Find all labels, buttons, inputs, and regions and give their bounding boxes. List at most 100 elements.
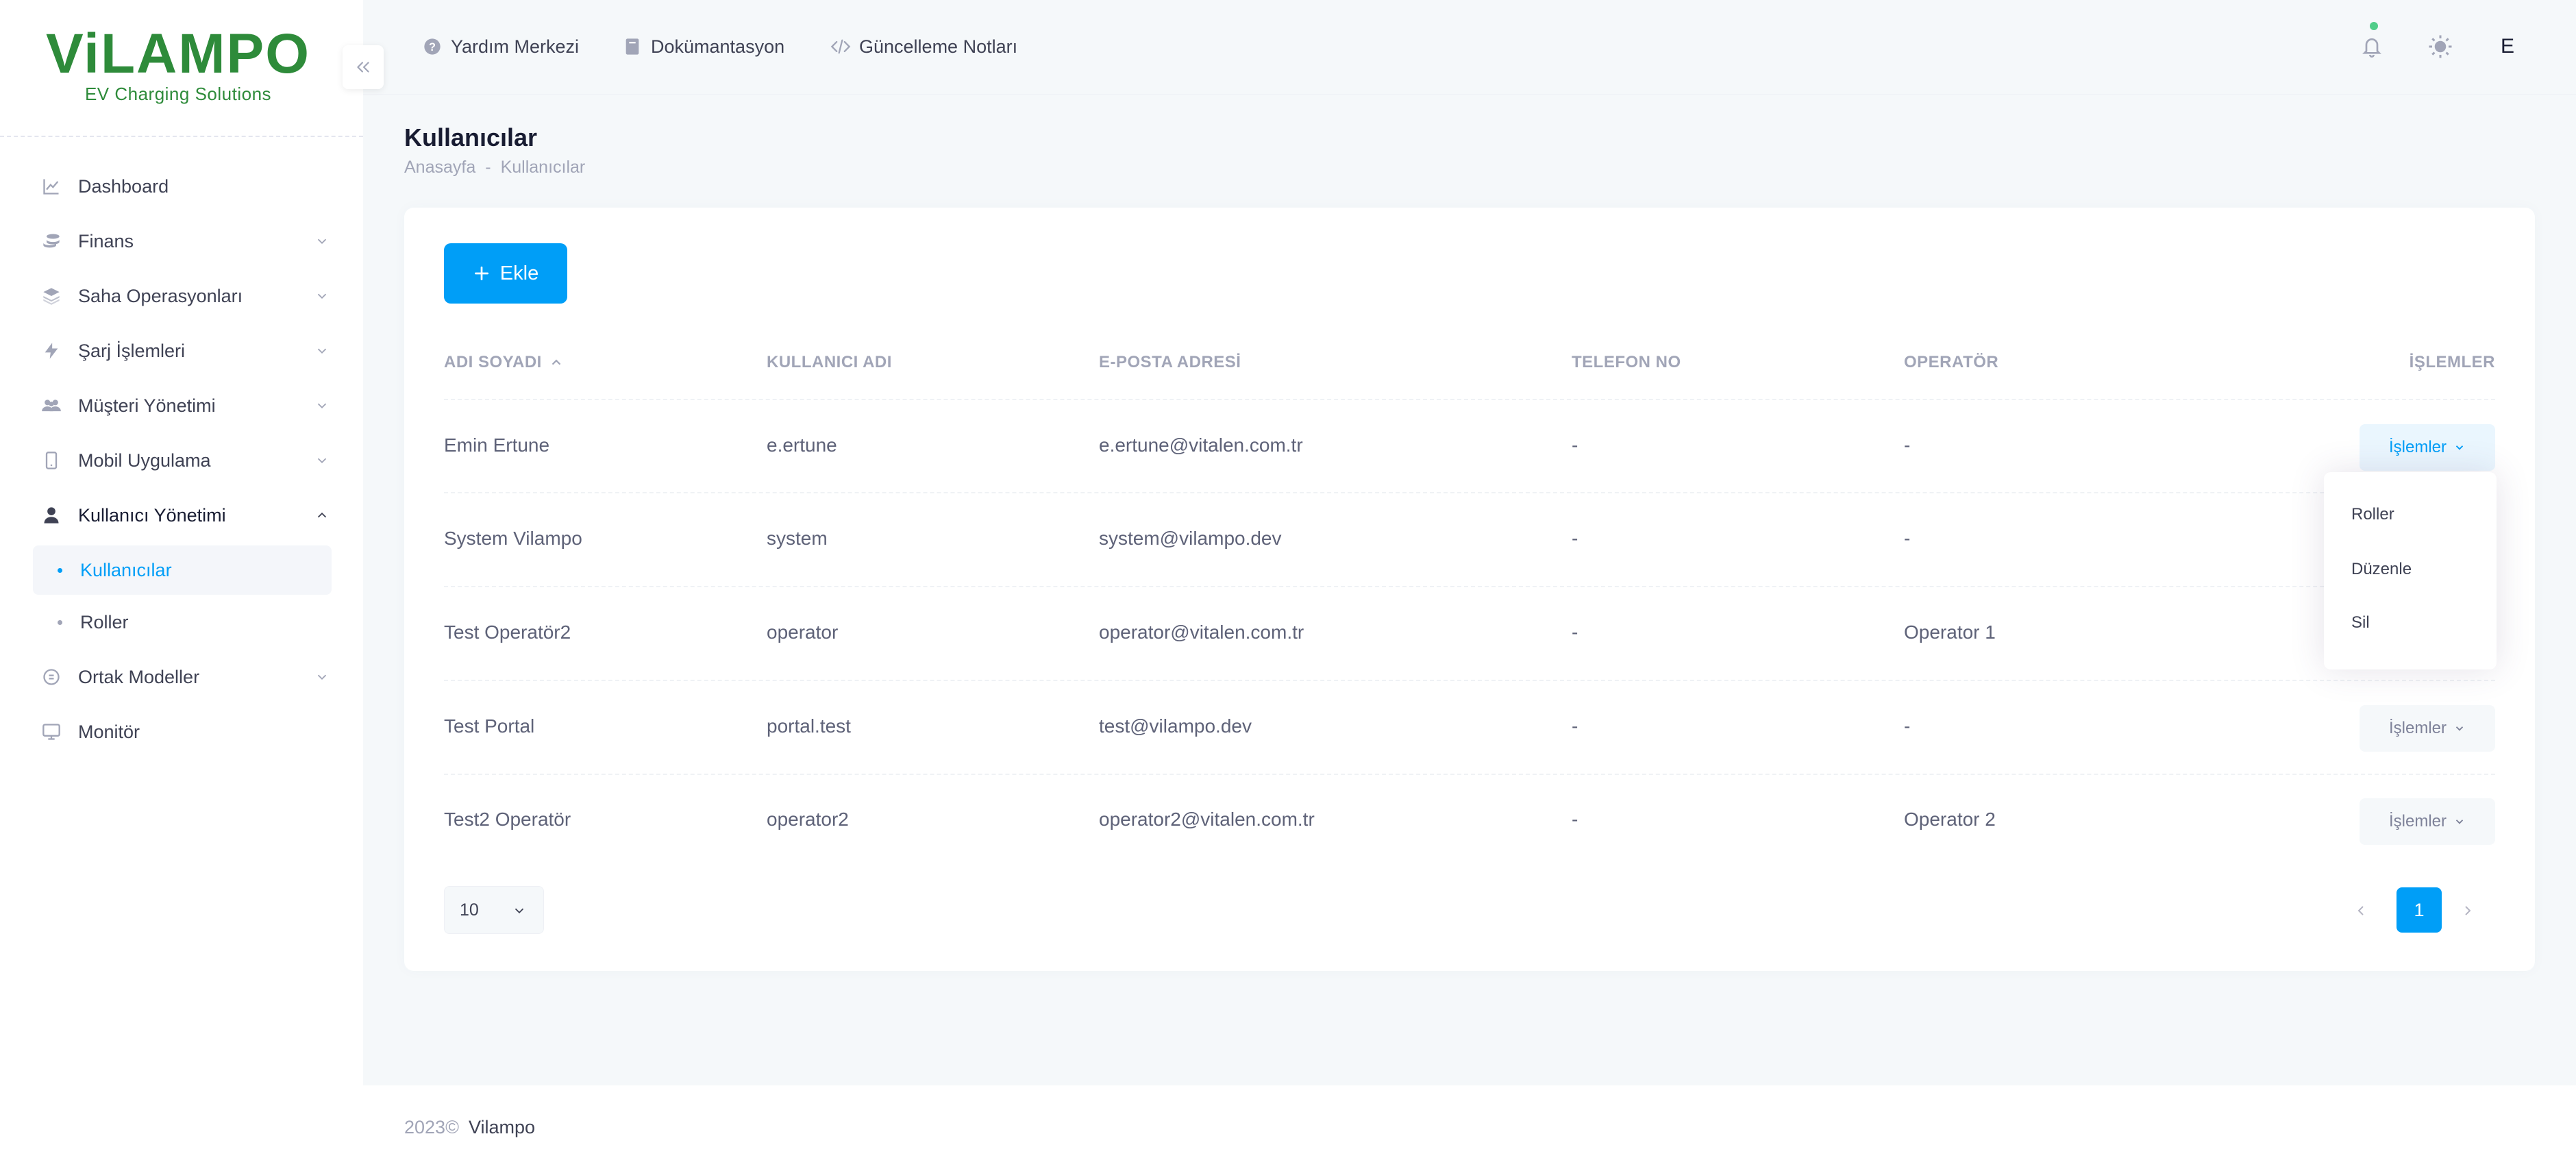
mobile-icon — [41, 450, 62, 471]
theme-toggle-button[interactable] — [2418, 25, 2462, 69]
bullet-icon — [58, 619, 62, 625]
question-circle-icon: ? — [422, 36, 443, 57]
user-menu-button[interactable]: E — [2486, 25, 2529, 69]
cell-phone: - — [1572, 715, 1578, 737]
plus-icon — [473, 264, 491, 282]
cell-phone: - — [1572, 434, 1578, 456]
cell-phone: - — [1572, 809, 1578, 830]
cell-operator: - — [1904, 434, 1911, 456]
cell-username: e.ertune — [767, 434, 837, 456]
cell-email: e.ertune@vitalen.com.tr — [1099, 434, 1303, 456]
chevron-up-icon — [314, 507, 330, 524]
top-header: ? Yardım Merkezi Dokümantasyon Güncellem… — [363, 0, 2576, 95]
header-link-release-notes[interactable]: Güncelleme Notları — [830, 32, 1017, 62]
header-link-documentation[interactable]: Dokümantasyon — [622, 32, 784, 62]
pagination-next-button[interactable] — [2447, 889, 2488, 933]
sidebar-collapse-button[interactable] — [343, 45, 384, 89]
sidebar-item-sarj-islemleri[interactable]: Şarj İşlemleri — [0, 323, 363, 378]
menu-item-delete[interactable]: Sil — [2351, 613, 2370, 632]
chevron-down-icon — [2453, 441, 2466, 454]
sidebar-subitem-kullanicilar[interactable]: Kullanıcılar — [33, 545, 332, 595]
bell-icon — [2362, 38, 2381, 58]
cell-name: Test2 Operatör — [444, 809, 571, 830]
breadcrumb-separator: - — [485, 158, 491, 177]
menu-item-roles[interactable]: Roller — [2351, 505, 2394, 524]
monitor-icon — [41, 722, 62, 742]
actions-label: İşlemler — [2388, 719, 2447, 737]
sidebar-item-label: Kullanıcı Yönetimi — [78, 504, 226, 526]
logo-wordmark: ViLAMPO — [46, 23, 309, 82]
cell-email: test@vilampo.dev — [1099, 715, 1252, 737]
chevron-down-icon — [314, 397, 330, 414]
breadcrumb: Anasayfa - Kullanıcılar — [404, 158, 585, 177]
coins-icon — [41, 231, 62, 251]
sidebar-item-monitor[interactable]: Monitör — [0, 704, 363, 759]
footer-brand-link[interactable]: Vilampo — [469, 1117, 535, 1138]
sidebar-item-label: Saha Operasyonları — [78, 285, 243, 306]
sidebar-item-label: Monitör — [78, 721, 140, 742]
menu-item-edit[interactable]: Düzenle — [2351, 560, 2412, 579]
column-header-name[interactable]: ADI SOYADI — [444, 353, 564, 372]
cell-username: portal.test — [767, 715, 851, 737]
sun-icon — [2429, 35, 2452, 58]
sidebar-item-musteri-yonetimi[interactable]: Müşteri Yönetimi — [0, 378, 363, 433]
column-header-phone[interactable]: TELEFON NO — [1572, 353, 1681, 372]
cell-operator: - — [1904, 715, 1911, 737]
page-size-value: 10 — [460, 900, 479, 920]
page-size-select[interactable]: 10 — [444, 886, 544, 934]
cell-name: Emin Ertune — [444, 434, 550, 456]
sidebar-subitem-label: Kullanıcılar — [80, 559, 172, 580]
chevron-down-icon — [314, 669, 330, 685]
column-header-operator[interactable]: OPERATÖR — [1904, 353, 1998, 372]
chevron-down-icon — [2453, 815, 2466, 828]
sidebar-item-finans[interactable]: Finans — [0, 214, 363, 269]
table-divider — [444, 680, 2495, 681]
column-header-email[interactable]: E-POSTA ADRESİ — [1099, 353, 1241, 372]
logo-tagline: EV Charging Solutions — [84, 84, 272, 104]
user-initial: E — [2500, 35, 2514, 58]
book-icon — [622, 36, 643, 57]
chevron-down-icon — [314, 288, 330, 304]
layers-icon — [41, 286, 62, 306]
sidebar-item-mobil-uygulama[interactable]: Mobil Uygulama — [0, 433, 363, 488]
row-actions-button[interactable]: İşlemler — [2360, 798, 2495, 845]
footer-year: 2023© — [404, 1116, 459, 1137]
sidebar-item-dashboard[interactable]: Dashboard — [0, 159, 363, 214]
circle-icon — [41, 667, 62, 687]
breadcrumb-home[interactable]: Anasayfa — [404, 158, 475, 177]
header-link-label: Dokümantasyon — [651, 36, 785, 57]
header-link-help-center[interactable]: ? Yardım Merkezi — [422, 32, 579, 62]
cell-name: Test Operatör2 — [444, 622, 571, 643]
table-divider — [444, 399, 2495, 400]
sidebar-item-kullanici-yonetimi[interactable]: Kullanıcı Yönetimi — [0, 488, 363, 543]
sidebar-item-label: Dashboard — [78, 175, 169, 197]
cell-operator: - — [1904, 528, 1911, 549]
row-actions-button[interactable]: İşlemler — [2360, 424, 2495, 471]
cell-phone: - — [1572, 528, 1578, 549]
cell-email: operator@vitalen.com.tr — [1099, 622, 1304, 643]
chevron-down-icon — [314, 452, 330, 469]
pagination-page-current[interactable]: 1 — [2397, 887, 2442, 933]
sidebar-subitem-roller[interactable]: Roller — [33, 598, 332, 647]
add-user-button[interactable]: Ekle — [444, 243, 567, 304]
notification-dot — [2370, 22, 2378, 30]
page-title: Kullanıcılar — [404, 123, 538, 151]
notifications-button[interactable] — [2350, 22, 2394, 69]
user-icon — [41, 505, 62, 526]
cell-operator: Operator 2 — [1904, 809, 1996, 830]
chevron-down-icon — [314, 233, 330, 249]
sidebar-item-saha-operasyonlari[interactable]: Saha Operasyonları — [0, 269, 363, 323]
row-actions-button[interactable]: İşlemler — [2360, 705, 2495, 752]
vilampo-logo[interactable]: ViLAMPO EV Charging Solutions — [27, 23, 329, 112]
pagination-previous-button[interactable] — [2340, 889, 2381, 933]
bolt-icon — [41, 341, 62, 361]
sidebar-item-label: Ortak Modeller — [78, 666, 200, 687]
chevron-right-icon — [2465, 906, 2471, 915]
table-divider — [444, 586, 2495, 587]
bullet-icon — [58, 567, 62, 573]
cell-email: operator2@vitalen.com.tr — [1099, 809, 1315, 830]
sidebar-nav: Dashboard Finans Saha Operasyonları Şarj… — [0, 159, 363, 759]
sidebar-item-ortak-modeller[interactable]: Ortak Modeller — [0, 650, 363, 704]
breadcrumb-current: Kullanıcılar — [500, 158, 586, 177]
column-header-username[interactable]: KULLANICI ADI — [767, 353, 892, 372]
